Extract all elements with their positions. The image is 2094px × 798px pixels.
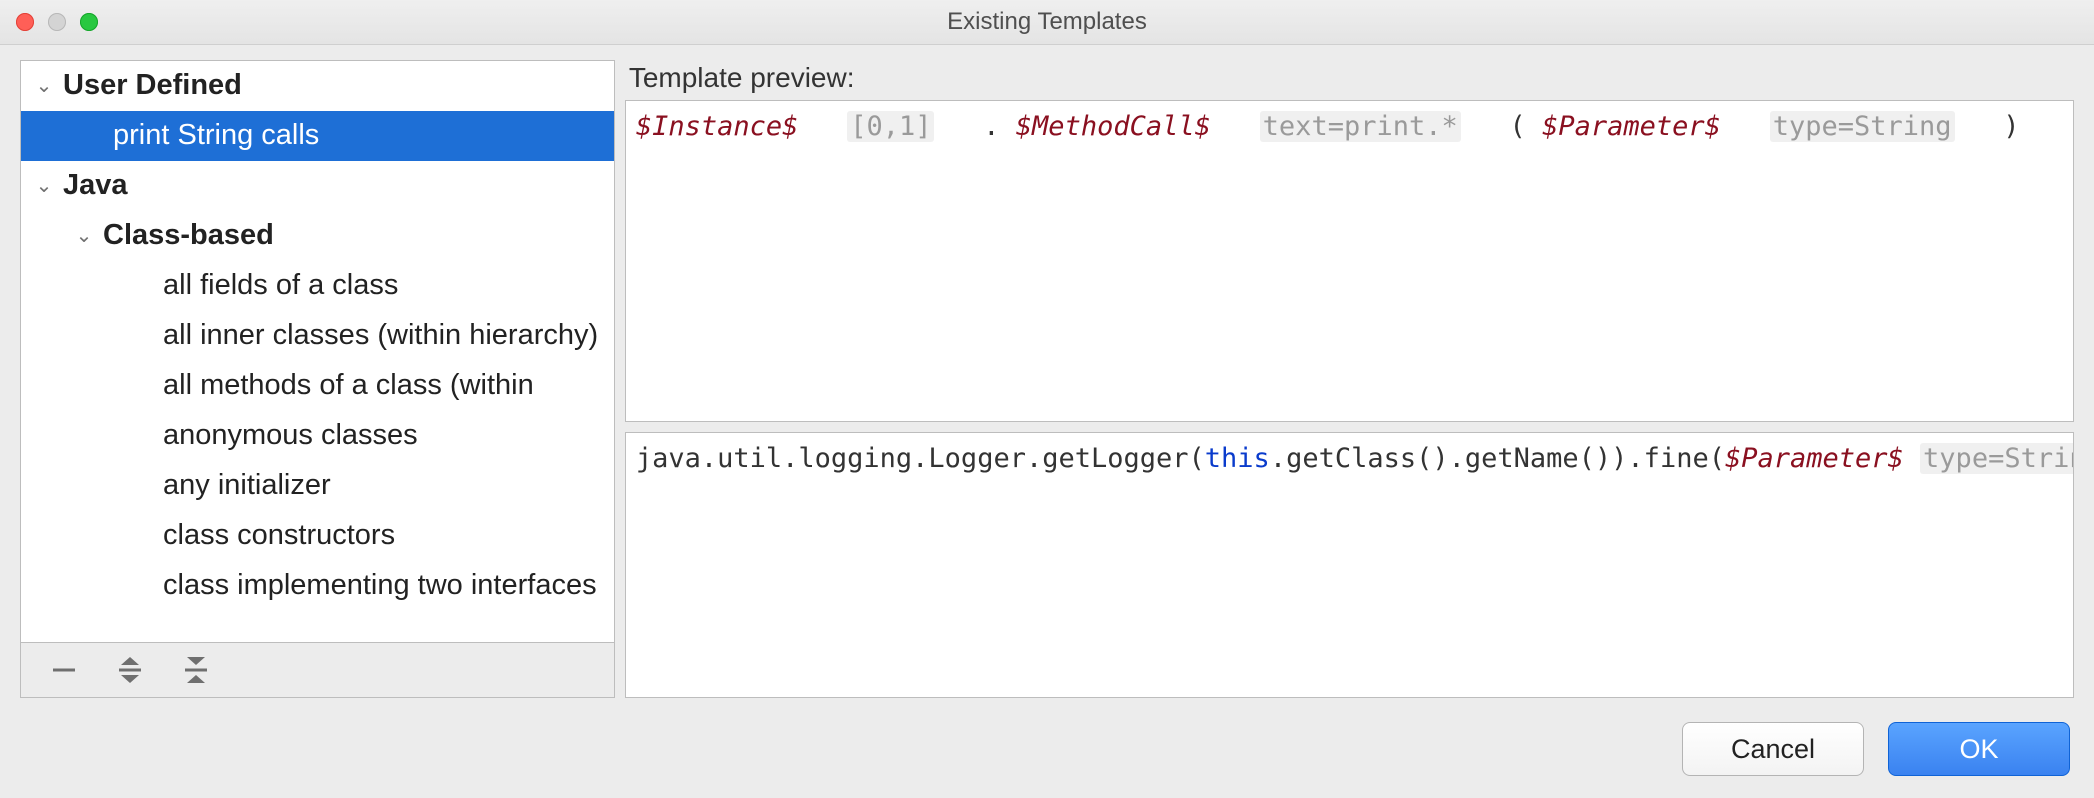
var-instance: $Instance$ — [636, 111, 799, 142]
kw-this: this — [1205, 443, 1270, 474]
close-icon[interactable] — [16, 13, 34, 31]
templates-tree[interactable]: ⌄ User Defined print String calls ⌄ Java… — [20, 60, 615, 643]
expand-all-icon[interactable] — [115, 655, 145, 685]
templates-panel: ⌄ User Defined print String calls ⌄ Java… — [20, 60, 615, 698]
tree-label: User Defined — [59, 61, 242, 110]
tree-item-class-impl[interactable]: class implementing two interfaces — [21, 561, 614, 611]
tree-item-class-ctors[interactable]: class constructors — [21, 511, 614, 561]
close-paren: ) — [2003, 111, 2019, 142]
tree-label: Class-based — [99, 211, 274, 260]
tree-label: print String calls — [109, 111, 319, 160]
chevron-down-icon: ⌄ — [69, 219, 99, 253]
cancel-button[interactable]: Cancel — [1682, 722, 1864, 776]
tree-item-any-init[interactable]: any initializer — [21, 461, 614, 511]
tree-label: any initializer — [159, 461, 331, 510]
tree-item-anon-classes[interactable]: anonymous classes — [21, 411, 614, 461]
tree-label: Java — [59, 161, 128, 210]
zoom-icon[interactable] — [80, 13, 98, 31]
collapse-all-icon[interactable] — [181, 655, 211, 685]
replacement-code[interactable]: java.util.logging.Logger.getLogger(this.… — [625, 432, 2074, 698]
remove-icon[interactable] — [49, 655, 79, 685]
ok-button[interactable]: OK — [1888, 722, 2070, 776]
code-mid: .getClass().getName()).fine( — [1270, 443, 1725, 474]
code-pre: java.util.logging.Logger.getLogger( — [636, 443, 1205, 474]
var-param: $Parameter$ — [1542, 111, 1721, 142]
tree-label: class constructors — [159, 511, 395, 560]
minimize-icon — [48, 13, 66, 31]
tree-label: class implementing two interfaces — [159, 561, 597, 610]
type-hint: type=String — [1770, 111, 1955, 142]
chevron-down-icon: ⌄ — [29, 169, 59, 203]
tree-node-java[interactable]: ⌄ Java — [21, 161, 614, 211]
var-method: $MethodCall$ — [1016, 111, 1211, 142]
open-paren: ( — [1510, 111, 1526, 142]
var-param: $Parameter$ — [1725, 443, 1904, 474]
tree-item-all-methods[interactable]: all methods of a class (within — [21, 361, 614, 411]
window-controls — [16, 13, 98, 31]
tree-item-all-inner[interactable]: all inner classes (within hierarchy) — [21, 311, 614, 361]
tree-label: anonymous classes — [159, 411, 418, 460]
text-hint: text=print.* — [1260, 111, 1461, 142]
tree-node-class-based[interactable]: ⌄ Class-based — [21, 211, 614, 261]
dot: . — [983, 111, 999, 142]
tree-label: all inner classes (within hierarchy) — [159, 311, 598, 360]
template-preview-code[interactable]: $Instance$ [0,1] . $MethodCall$ text=pri… — [625, 100, 2074, 422]
window-title: Existing Templates — [947, 8, 1147, 36]
tree-item-all-fields[interactable]: all fields of a class — [21, 261, 614, 311]
tree-item-print-string-calls[interactable]: print String calls — [21, 111, 614, 161]
preview-label: Template preview: — [625, 60, 2074, 100]
count-hint: [0,1] — [847, 111, 934, 142]
tree-label: all fields of a class — [159, 261, 398, 310]
tree-node-user-defined[interactable]: ⌄ User Defined — [21, 61, 614, 111]
content: ⌄ User Defined print String calls ⌄ Java… — [20, 60, 2074, 698]
tree-label: all methods of a class (within — [159, 361, 534, 410]
chevron-down-icon: ⌄ — [29, 69, 59, 103]
dialog-buttons: Cancel OK — [1682, 722, 2070, 776]
titlebar: Existing Templates — [0, 0, 2094, 45]
tree-toolbar — [20, 643, 615, 698]
preview-panel: Template preview: $Instance$ [0,1] . $Me… — [625, 60, 2074, 698]
type-hint: type=String — [1920, 443, 2074, 474]
